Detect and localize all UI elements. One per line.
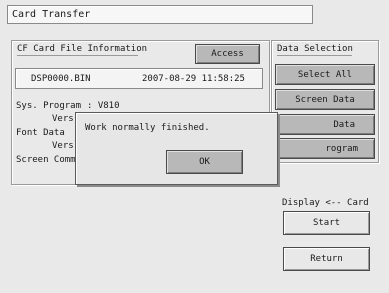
return-button-label: Return bbox=[310, 254, 343, 264]
program-button-label: rogram bbox=[325, 143, 358, 154]
screen-data-button[interactable]: Screen Data bbox=[275, 89, 375, 110]
file-info-row: DSP0000.BIN 2007-08-29 11:58:25 bbox=[15, 68, 263, 89]
start-button[interactable]: Start bbox=[283, 211, 370, 235]
return-button[interactable]: Return bbox=[283, 247, 370, 271]
ok-button-label: OK bbox=[199, 157, 210, 167]
select-all-button[interactable]: Select All bbox=[275, 64, 375, 85]
file-datetime: 2007-08-29 11:58:25 bbox=[142, 74, 245, 84]
sys-program-version-label: Vers bbox=[52, 114, 74, 124]
select-all-label: Select All bbox=[297, 69, 353, 80]
font-data-button-label: Data bbox=[333, 119, 355, 130]
screen-comment-label: Screen Comme bbox=[16, 155, 82, 165]
screen-data-label: Screen Data bbox=[295, 94, 355, 105]
sys-program-label: Sys. Program bbox=[16, 101, 82, 111]
dialog-message: Work normally finished. bbox=[85, 123, 210, 133]
start-button-label: Start bbox=[312, 218, 341, 228]
font-data-button[interactable]: Data bbox=[275, 114, 375, 135]
sys-program-value: : V810 bbox=[87, 101, 120, 111]
window-title: Card Transfer bbox=[7, 5, 313, 24]
font-data-label: Font Data bbox=[16, 128, 65, 138]
file-name: DSP0000.BIN bbox=[31, 74, 91, 84]
transfer-direction-label: Display <-- Card bbox=[282, 198, 369, 208]
access-button-label: Access bbox=[211, 49, 244, 59]
cf-card-info-title: CF Card File Information bbox=[17, 44, 148, 56]
ok-button[interactable]: OK bbox=[166, 150, 243, 174]
completion-dialog: Work normally finished. OK bbox=[75, 112, 278, 185]
font-data-version-label: Vers bbox=[52, 141, 74, 151]
access-button[interactable]: Access bbox=[195, 44, 260, 64]
data-selection-title: Data Selection bbox=[277, 44, 353, 56]
program-button[interactable]: rogram bbox=[275, 138, 375, 159]
